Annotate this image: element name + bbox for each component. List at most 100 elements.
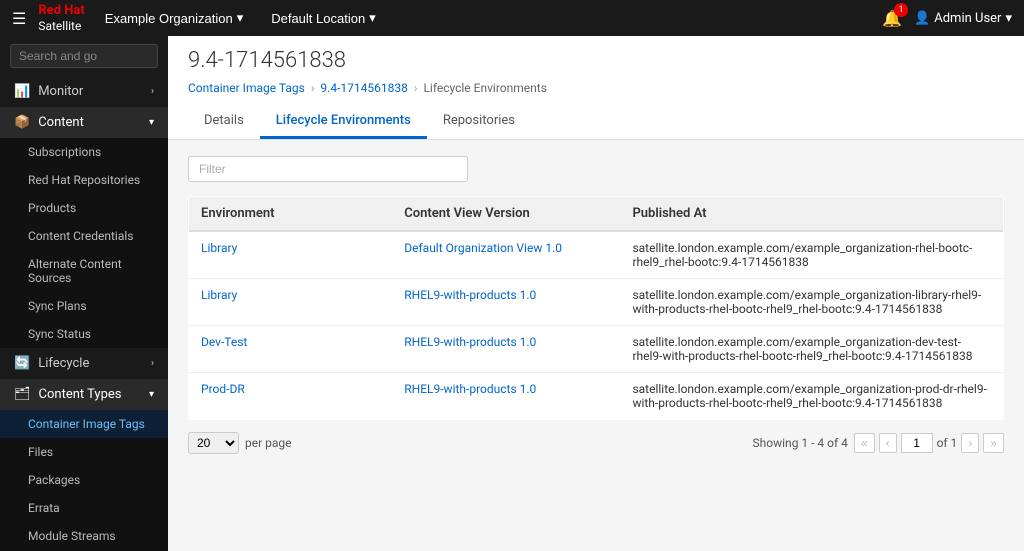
environment-link[interactable]: Library (201, 241, 237, 255)
sidebar-item-sync-status[interactable]: Sync Status (0, 320, 168, 348)
col-header-published-at: Published At (620, 197, 1003, 232)
content-submenu: Subscriptions Red Hat Repositories Produ… (0, 138, 168, 348)
cell-environment: Library (189, 231, 393, 279)
environment-link[interactable]: Library (201, 288, 237, 302)
sidebar-item-content[interactable]: 📦 Content ▾ (0, 107, 168, 138)
notifications-bell[interactable]: 🔔 1 (882, 9, 902, 28)
sidebar-item-products[interactable]: Products (0, 194, 168, 222)
pagination-showing: Showing 1 - 4 of 4 (298, 436, 848, 450)
sidebar-lifecycle-label: Lifecycle (38, 356, 89, 371)
org-selector[interactable]: Example Organization ▾ (97, 6, 251, 30)
breadcrumb: Container Image Tags › 9.4-1714561838 › … (188, 81, 1004, 95)
user-label: Admin User (934, 11, 1001, 26)
sidebar-item-red-hat-repos[interactable]: Red Hat Repositories (0, 166, 168, 194)
content-types-submenu: Container Image Tags Files Packages Erra… (0, 410, 168, 551)
cell-published-at: satellite.london.example.com/example_org… (620, 279, 1003, 326)
environment-link[interactable]: Dev-Test (201, 335, 247, 349)
table-row: Library RHEL9-with-products 1.0 satellit… (189, 279, 1004, 326)
environment-link[interactable]: Prod-DR (201, 382, 245, 396)
sidebar-item-content-types[interactable]: 🗂 Content Types ▾ (0, 379, 168, 410)
brand-satellite: Satellite (38, 19, 84, 33)
monitor-icon: 📊 (14, 84, 30, 99)
user-menu[interactable]: 👤 Admin User ▾ (914, 11, 1012, 26)
sidebar-item-files[interactable]: Files (0, 438, 168, 466)
sidebar-search-container (0, 36, 168, 76)
lifecycle-icon: 🔄 (14, 356, 30, 371)
loc-label: Default Location (271, 11, 365, 26)
content-icon: 📦 (14, 115, 30, 130)
main-header: 9.4-1714561838 Container Image Tags › 9.… (168, 36, 1024, 140)
page-title: 9.4-1714561838 (188, 48, 1004, 73)
pagination: 20 50 100 per page Showing 1 - 4 of 4 « … (188, 432, 1004, 454)
sidebar-search-input[interactable] (10, 44, 158, 68)
pagination-page-input[interactable] (901, 433, 933, 453)
table-row: Library Default Organization View 1.0 sa… (189, 231, 1004, 279)
sidebar-item-monitor[interactable]: 📊 Monitor › (0, 76, 168, 107)
loc-selector[interactable]: Default Location ▾ (263, 6, 383, 30)
filter-input[interactable] (188, 156, 468, 182)
breadcrumb-current: Lifecycle Environments (423, 81, 546, 95)
org-chevron-icon: ▾ (237, 10, 244, 26)
cell-content-view: RHEL9-with-products 1.0 (392, 373, 620, 420)
tabs: Details Lifecycle Environments Repositor… (188, 105, 1004, 139)
cell-environment: Library (189, 279, 393, 326)
tab-lifecycle-envs[interactable]: Lifecycle Environments (260, 105, 427, 139)
user-chevron-icon: ▾ (1005, 11, 1012, 26)
table-row: Dev-Test RHEL9-with-products 1.0 satelli… (189, 326, 1004, 373)
lifecycle-chevron-icon: › (151, 358, 154, 369)
content-chevron-icon: ▾ (149, 117, 154, 128)
hamburger-icon[interactable]: ☰ (12, 9, 26, 28)
pagination-first-btn[interactable]: « (854, 433, 875, 453)
pagination-next-btn[interactable]: › (961, 433, 979, 453)
lifecycle-envs-table: Environment Content View Version Publish… (188, 196, 1004, 420)
content-area: Environment Content View Version Publish… (168, 140, 1024, 470)
content-view-link[interactable]: RHEL9-with-products 1.0 (404, 288, 536, 302)
cell-published-at: satellite.london.example.com/example_org… (620, 326, 1003, 373)
user-icon: 👤 (914, 11, 930, 26)
breadcrumb-sep-1: › (311, 81, 315, 95)
sidebar-item-module-streams[interactable]: Module Streams (0, 522, 168, 550)
content-view-link[interactable]: RHEL9-with-products 1.0 (404, 382, 536, 396)
tab-details[interactable]: Details (188, 105, 260, 139)
pagination-prev-btn[interactable]: ‹ (879, 433, 897, 453)
cell-published-at: satellite.london.example.com/example_org… (620, 373, 1003, 420)
breadcrumb-container-image-tags[interactable]: Container Image Tags (188, 81, 305, 95)
brand-text: Red Hat Satellite (38, 3, 84, 33)
cell-environment: Dev-Test (189, 326, 393, 373)
cell-environment: Prod-DR (189, 373, 393, 420)
brand: Red Hat Satellite (38, 3, 84, 33)
per-page-label: per page (245, 436, 292, 450)
pagination-of: of 1 (937, 436, 958, 450)
cell-content-view: RHEL9-with-products 1.0 (392, 279, 620, 326)
sidebar-item-sync-plans[interactable]: Sync Plans (0, 292, 168, 320)
monitor-chevron-icon: › (151, 86, 154, 97)
pagination-controls: « ‹ of 1 › » (854, 433, 1004, 453)
sidebar-item-container-image-tags[interactable]: Container Image Tags (0, 410, 168, 438)
pagination-last-btn[interactable]: » (983, 433, 1004, 453)
sidebar-content-types-label: Content Types (39, 387, 122, 402)
sidebar-item-subscriptions[interactable]: Subscriptions (0, 138, 168, 166)
loc-chevron-icon: ▾ (369, 10, 376, 26)
tab-repositories[interactable]: Repositories (427, 105, 531, 139)
cell-published-at: satellite.london.example.com/example_org… (620, 231, 1003, 279)
per-page-select[interactable]: 20 50 100 (188, 432, 239, 454)
content-view-link[interactable]: Default Organization View 1.0 (404, 241, 562, 255)
col-header-content-view: Content View Version (392, 197, 620, 232)
sidebar-item-content-creds[interactable]: Content Credentials (0, 222, 168, 250)
breadcrumb-sep-2: › (414, 81, 418, 95)
cell-content-view: Default Organization View 1.0 (392, 231, 620, 279)
sidebar-item-alt-content[interactable]: Alternate Content Sources (0, 250, 168, 292)
main-content: 9.4-1714561838 Container Image Tags › 9.… (168, 36, 1024, 551)
content-view-link[interactable]: RHEL9-with-products 1.0 (404, 335, 536, 349)
brand-red-hat: Red Hat (38, 3, 84, 19)
sidebar-monitor-label: Monitor (38, 84, 83, 99)
sidebar-item-packages[interactable]: Packages (0, 466, 168, 494)
sidebar-item-lifecycle[interactable]: 🔄 Lifecycle › (0, 348, 168, 379)
topnav: ☰ Red Hat Satellite Example Organization… (0, 0, 1024, 36)
bell-badge: 1 (894, 3, 908, 17)
breadcrumb-version[interactable]: 9.4-1714561838 (320, 81, 407, 95)
sidebar-item-errata[interactable]: Errata (0, 494, 168, 522)
org-label: Example Organization (105, 11, 233, 26)
col-header-environment: Environment (189, 197, 393, 232)
filter-bar (188, 156, 1004, 182)
